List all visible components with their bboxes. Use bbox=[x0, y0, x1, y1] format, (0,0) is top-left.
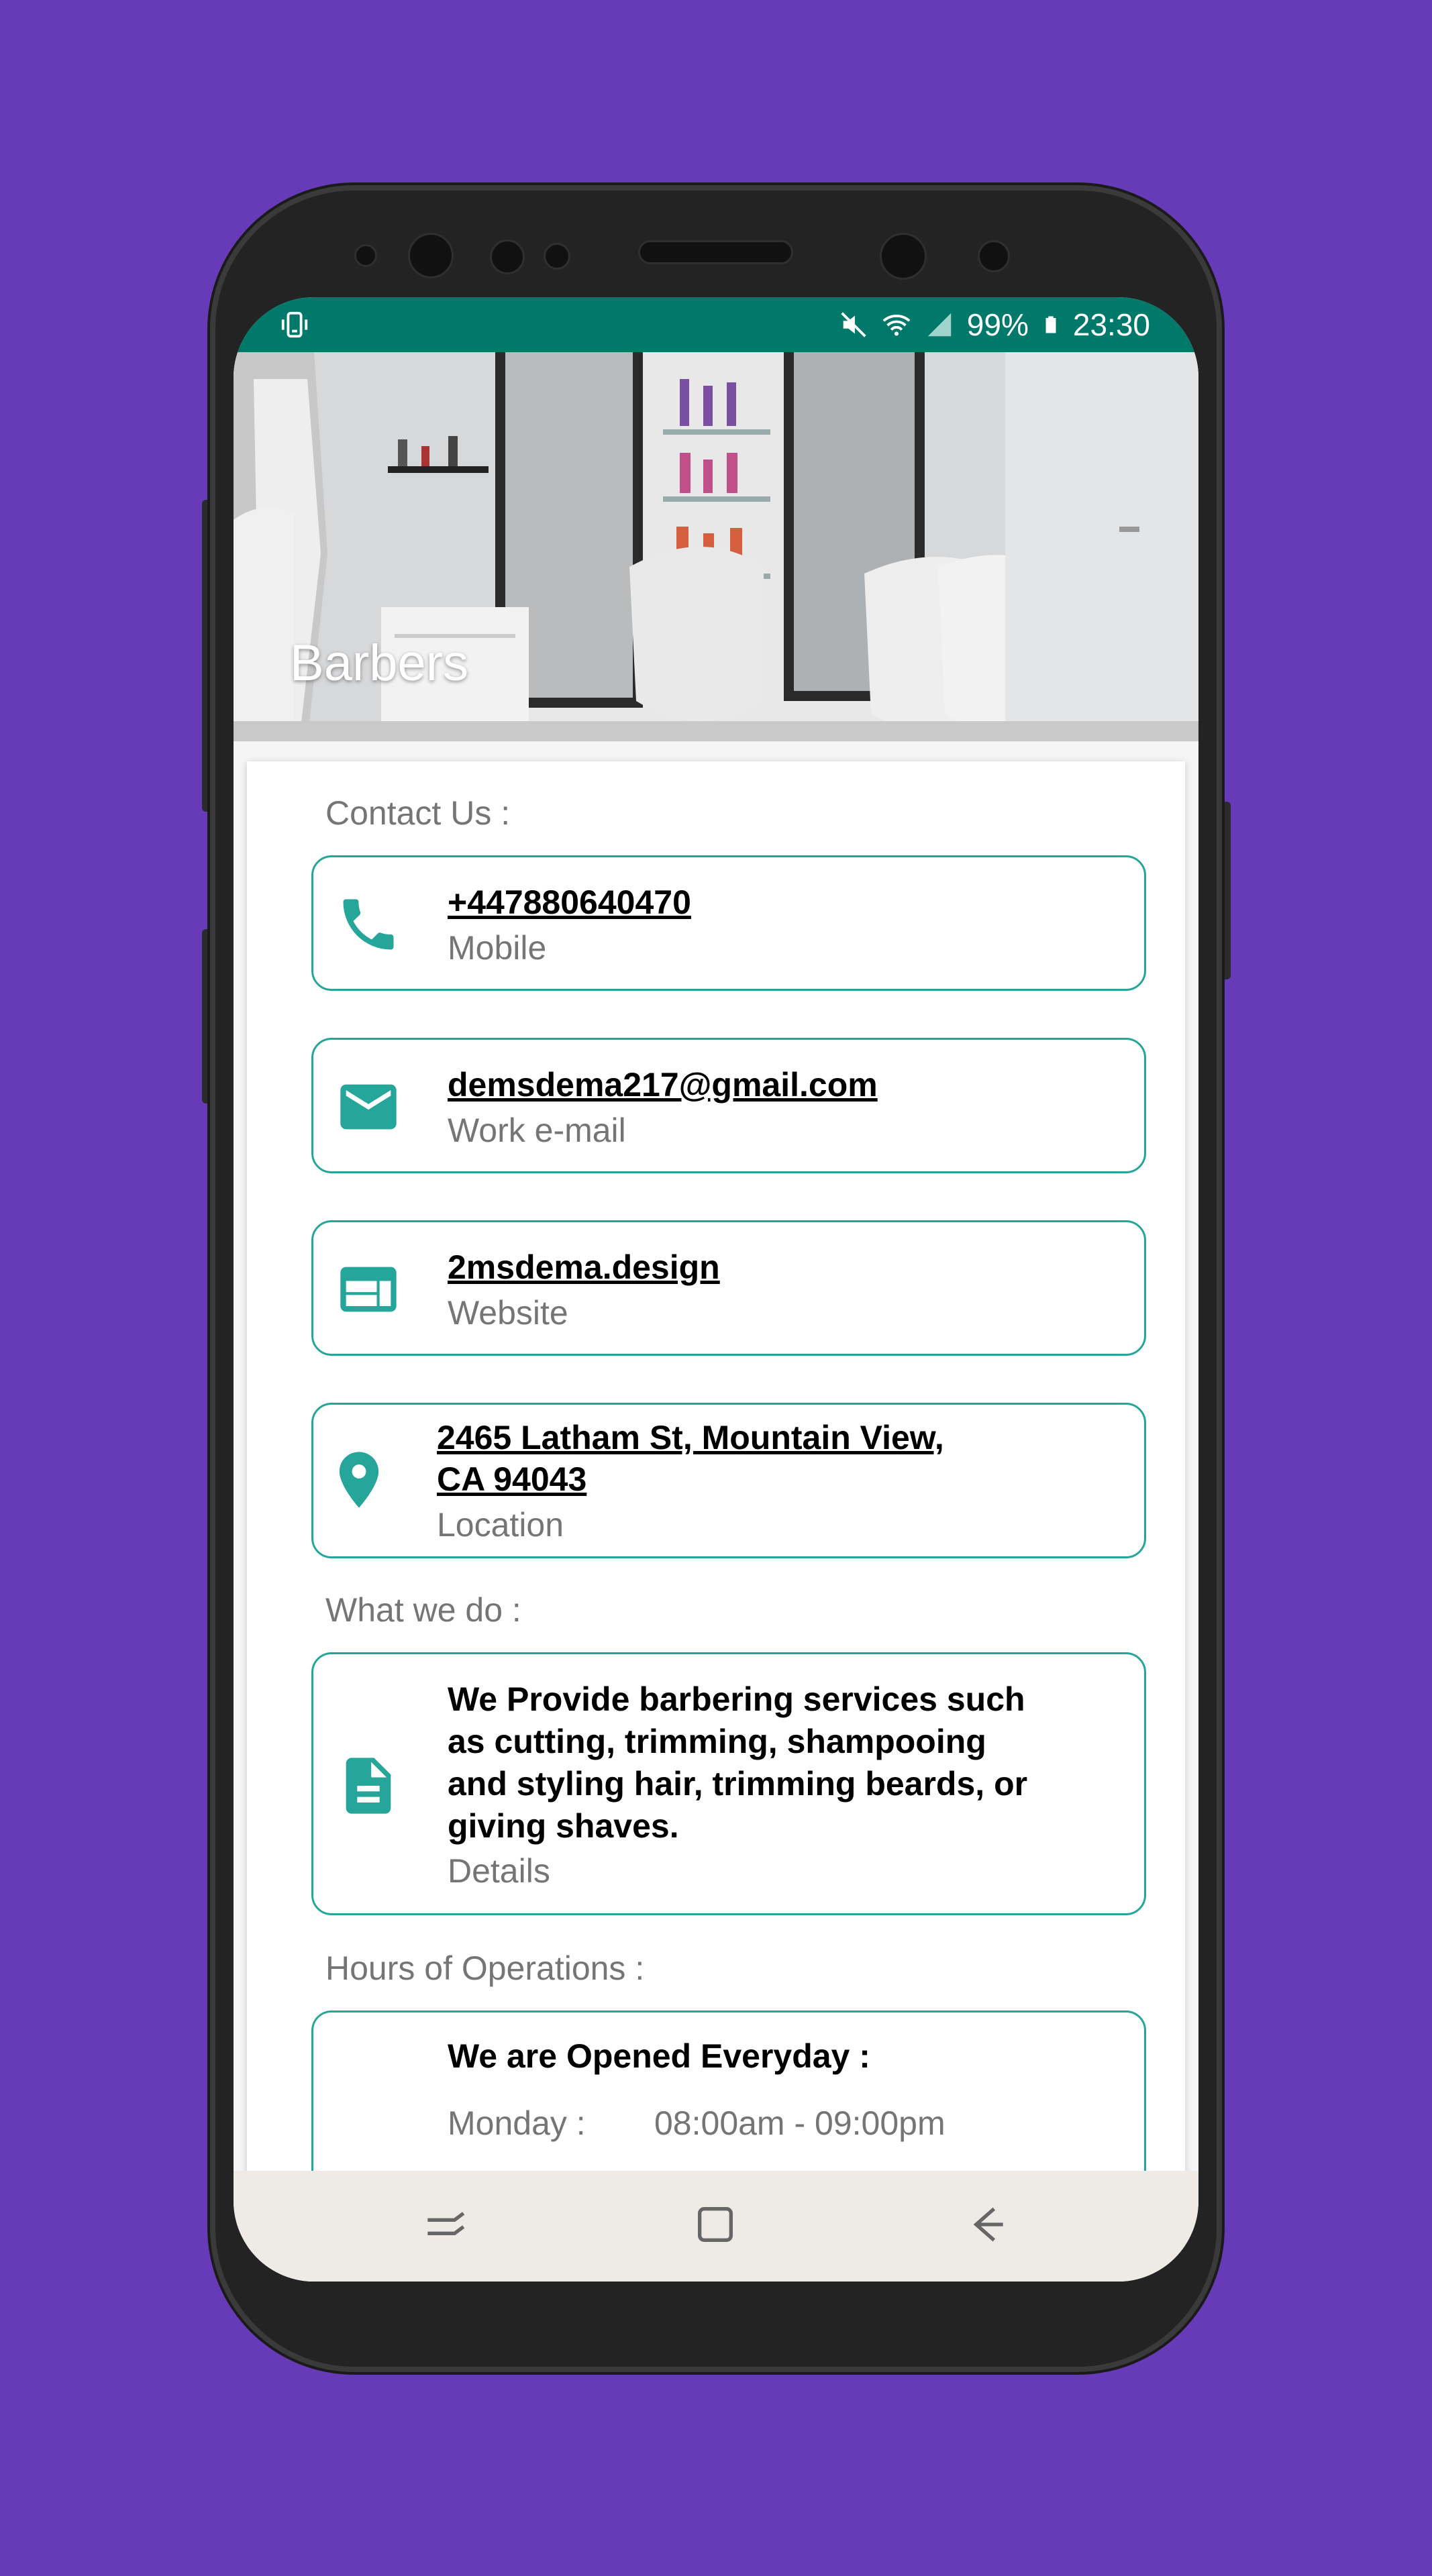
back-icon[interactable] bbox=[958, 2198, 1012, 2251]
screen: 99% 23:30 Barbers Contact Us: +44788064… bbox=[234, 297, 1198, 2282]
contact-item-website[interactable]: 2msdema.design Website bbox=[311, 1220, 1146, 1356]
navigation-bar bbox=[234, 2171, 1198, 2282]
location-icon bbox=[339, 1452, 379, 1508]
contact-item-location[interactable]: 2465 Latham St, Mountain View, CA 94043 … bbox=[311, 1403, 1146, 1558]
front-camera bbox=[408, 233, 454, 278]
earpiece-speaker bbox=[638, 240, 793, 264]
recent-apps-icon[interactable] bbox=[419, 2198, 472, 2251]
hours-section-label: Hours of Operations : bbox=[325, 1949, 645, 1987]
sensor-dot bbox=[354, 244, 377, 267]
wifi-icon bbox=[882, 315, 911, 336]
clock: 23:30 bbox=[1072, 307, 1150, 342]
iris-scanner bbox=[880, 233, 927, 280]
battery-percent: 99% bbox=[966, 307, 1029, 342]
email-icon bbox=[340, 1084, 397, 1130]
website-link[interactable]: 2msdema.design bbox=[448, 1246, 720, 1288]
hours-title: We are Opened Everyday : bbox=[448, 2037, 870, 2075]
address-line-2[interactable]: CA 94043 bbox=[437, 1458, 586, 1500]
signal-icon bbox=[927, 313, 952, 337]
website-label: Website bbox=[448, 1294, 568, 1332]
contact-section-label: Contact Us : bbox=[325, 794, 511, 832]
sensor-dot bbox=[490, 239, 525, 274]
vibrate-icon bbox=[281, 311, 308, 338]
phone-label: Mobile bbox=[448, 929, 547, 967]
sensor-dot bbox=[544, 243, 570, 270]
status-bar: 99% 23:30 bbox=[234, 297, 1198, 352]
email-link[interactable]: demsdema217@gmail.com bbox=[448, 1064, 878, 1106]
address-line-1[interactable]: 2465 Latham St, Mountain View, bbox=[437, 1417, 944, 1458]
sensor-dot bbox=[978, 240, 1010, 272]
hours-day: Monday : bbox=[448, 2104, 586, 2142]
content-card: Contact Us : +447880640470 Mobile demsde… bbox=[247, 761, 1185, 2282]
document-icon bbox=[346, 1758, 391, 1814]
page-title: Barbers bbox=[290, 635, 469, 692]
battery-icon bbox=[1045, 316, 1056, 333]
location-label: Location bbox=[437, 1506, 564, 1544]
phone-icon bbox=[343, 899, 394, 950]
header-image: Barbers bbox=[234, 352, 1198, 741]
power-button[interactable] bbox=[1221, 802, 1231, 979]
hours-time: 08:00am - 09:00pm bbox=[654, 2104, 945, 2142]
home-icon[interactable] bbox=[688, 2198, 742, 2251]
details-label: Details bbox=[448, 1852, 550, 1890]
contact-item-phone[interactable]: +447880640470 Mobile bbox=[311, 855, 1146, 991]
services-description: We Provide barbering services such as cu… bbox=[448, 1680, 1028, 1845]
email-label: Work e-mail bbox=[448, 1112, 626, 1149]
contact-item-email[interactable]: demsdema217@gmail.com Work e-mail bbox=[311, 1038, 1146, 1173]
mute-icon bbox=[841, 312, 866, 337]
phone-number-link[interactable]: +447880640470 bbox=[448, 881, 691, 923]
services-details-item: We Provide barbering services such as cu… bbox=[311, 1652, 1146, 1915]
what-we-do-section-label: What we do : bbox=[325, 1591, 521, 1629]
web-icon bbox=[340, 1267, 397, 1312]
